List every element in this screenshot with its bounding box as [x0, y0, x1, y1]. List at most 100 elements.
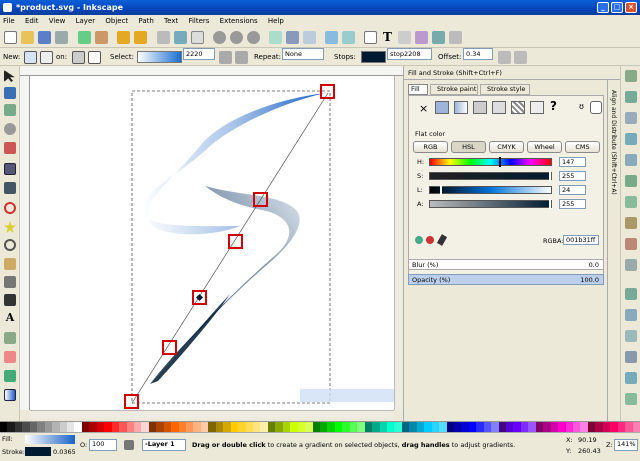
linear-gradient-paint-icon[interactable] [454, 101, 468, 114]
group-icon[interactable] [325, 31, 338, 44]
flat-color-icon[interactable] [435, 101, 449, 114]
measure-tool-icon[interactable] [4, 142, 16, 154]
print-icon[interactable] [55, 31, 68, 44]
gradient-stop-handle-2[interactable] [228, 234, 243, 249]
snap-paths-icon[interactable] [625, 175, 637, 187]
snap-cusp-icon[interactable] [625, 217, 637, 229]
star-tool-icon[interactable] [4, 221, 16, 233]
save-icon[interactable] [38, 31, 51, 44]
menu-filters[interactable]: Filters [188, 17, 209, 25]
snap-midpoints-icon[interactable] [625, 259, 637, 271]
duplicate-icon[interactable] [269, 31, 282, 44]
saturation-slider[interactable] [429, 171, 552, 181]
zoom-tool-icon[interactable] [4, 123, 16, 135]
eyedropper-icon[interactable] [436, 234, 448, 246]
tweak-tool-icon[interactable] [4, 104, 16, 116]
zoom-input[interactable]: 141% [614, 439, 638, 451]
swatch-icon[interactable] [530, 101, 544, 114]
hue-slider-marker[interactable] [499, 157, 501, 167]
saturation-slider-marker[interactable] [549, 171, 551, 181]
align-distribute-tab-label[interactable]: Align and Distribute (Shift+Ctrl+A) [610, 90, 617, 195]
paste-icon[interactable] [191, 31, 204, 44]
spray-tool-icon[interactable] [4, 332, 16, 344]
spiral-tool-icon[interactable] [4, 239, 16, 251]
snap-smooth-icon[interactable] [625, 238, 637, 250]
tab-stroke-style[interactable]: Stroke style [480, 84, 530, 95]
gradient-tool-icon[interactable] [4, 389, 16, 401]
snap-page-icon[interactable] [625, 330, 637, 342]
gradient-stop-handle-3[interactable] [162, 340, 177, 355]
open-folder-icon[interactable] [21, 31, 34, 44]
import-icon[interactable] [78, 31, 91, 44]
ellipse-tool-icon[interactable] [4, 202, 16, 214]
preferences-icon[interactable] [432, 31, 445, 44]
alpha-value[interactable]: 255 [559, 199, 586, 209]
alpha-slider-marker[interactable] [549, 199, 551, 209]
gradient-start-handle[interactable] [124, 394, 139, 409]
snap-text-icon[interactable] [625, 393, 637, 405]
cut-icon[interactable] [174, 31, 187, 44]
dock-side-tab[interactable]: Align and Distribute (Shift+Ctrl+A) [607, 80, 621, 421]
minimize-button[interactable]: _ [597, 2, 609, 13]
lightness-value[interactable]: 24 [559, 185, 586, 195]
pen-tool-icon[interactable] [4, 276, 16, 288]
gradient-stop-handle-1[interactable] [253, 192, 268, 207]
selector-tool-icon[interactable] [4, 70, 15, 82]
mode-cmyk-button[interactable]: CMYK [489, 141, 524, 153]
reverse-gradient-icon[interactable] [235, 51, 248, 64]
menu-path[interactable]: Path [138, 17, 153, 25]
menu-view[interactable]: View [49, 17, 66, 25]
vertical-scrollbar[interactable] [394, 76, 403, 410]
mode-wheel-button[interactable]: Wheel [527, 141, 562, 153]
snap-guides-icon[interactable] [625, 372, 637, 384]
text-tool-icon[interactable]: A [4, 312, 16, 324]
align-distribute-icon[interactable] [415, 31, 428, 44]
snap-bbox-icon[interactable] [625, 91, 637, 103]
mesh-icon[interactable] [492, 101, 506, 114]
alpha-slider[interactable] [429, 199, 552, 209]
menu-layer[interactable]: Layer [76, 17, 96, 25]
calligraphy-tool-icon[interactable] [4, 294, 16, 306]
fill-indicator-swatch[interactable] [25, 435, 75, 444]
mode-rgb-button[interactable]: RGB [413, 141, 448, 153]
hue-value[interactable]: 147 [559, 157, 586, 167]
apply-stroke-icon[interactable] [88, 51, 101, 64]
color-palette[interactable] [0, 421, 640, 432]
snap-grids-icon[interactable] [625, 351, 637, 363]
apply-fill-icon[interactable] [72, 51, 85, 64]
text-font-icon[interactable]: T [381, 31, 394, 44]
blur-slider[interactable]: Blur (%) 0.0 [408, 259, 604, 270]
snap-centers-icon[interactable] [625, 288, 637, 300]
horizontal-scrollbar[interactable] [30, 410, 394, 419]
node-tool-icon[interactable] [4, 87, 16, 99]
linear-gradient-icon[interactable] [24, 51, 37, 64]
no-paint-icon[interactable]: × [419, 102, 428, 115]
snap-bbox-edge-icon[interactable] [625, 112, 637, 124]
menu-file[interactable]: File [3, 17, 15, 25]
lightness-slider-marker[interactable] [440, 185, 442, 195]
undo-icon[interactable] [117, 31, 130, 44]
delete-stop-icon[interactable] [514, 51, 527, 64]
maximize-button[interactable]: □ [611, 2, 623, 13]
export-icon[interactable] [95, 31, 108, 44]
menu-object[interactable]: Object [105, 17, 128, 25]
stroke-indicator-swatch[interactable] [25, 447, 51, 456]
mode-cms-button[interactable]: CMS [565, 141, 600, 153]
snap-nodes-icon[interactable] [625, 154, 637, 166]
new-document-icon[interactable] [4, 31, 17, 44]
rgba-input[interactable]: 001b31ff [563, 235, 599, 245]
edit-gradient-icon[interactable] [219, 51, 232, 64]
pattern-icon[interactable] [511, 101, 525, 114]
xml-editor-icon[interactable] [398, 31, 411, 44]
gradient-stop-handle-selected[interactable] [192, 290, 207, 305]
unlink-clone-icon[interactable] [303, 31, 316, 44]
fill-rule-nonzero-icon[interactable] [590, 101, 602, 114]
zoom-drawing-icon[interactable] [230, 31, 243, 44]
radial-gradient-icon[interactable] [40, 51, 53, 64]
3d-box-tool-icon[interactable] [4, 182, 16, 194]
radial-gradient-paint-icon[interactable] [473, 101, 487, 114]
gradient-select[interactable]: 2220 [183, 48, 215, 60]
paint-bucket-tool-icon[interactable] [4, 370, 16, 382]
stop-select[interactable]: stop2208 [387, 48, 432, 60]
fill-stroke-dialog-icon[interactable] [364, 31, 377, 44]
